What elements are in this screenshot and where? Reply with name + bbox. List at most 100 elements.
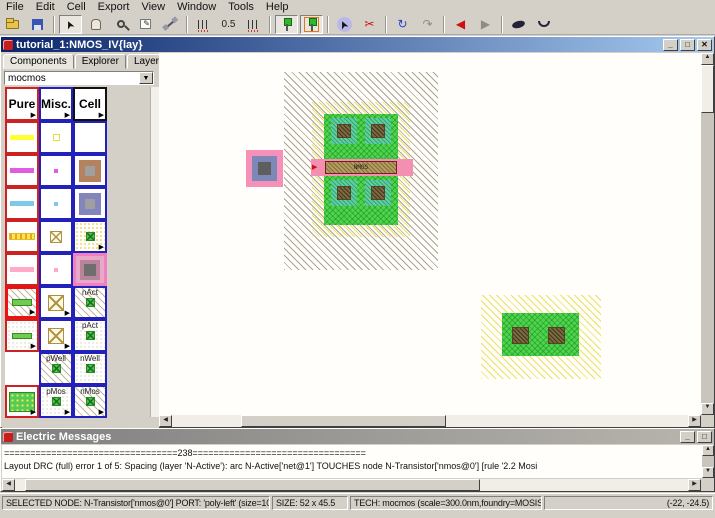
palette-header-misc[interactable]: Misc.▶ xyxy=(39,87,73,121)
grid-alignment-button[interactable] xyxy=(242,15,265,34)
grid-spacing-label: 0.5 xyxy=(222,19,236,30)
canvas-hscroll-thumb[interactable] xyxy=(241,415,446,427)
menu-view[interactable]: View xyxy=(135,0,171,14)
menu-tools[interactable]: Tools xyxy=(222,0,260,14)
save-floppy-icon xyxy=(32,19,43,30)
palette-cell[interactable] xyxy=(73,187,107,220)
messages-minimize-button[interactable]: _ xyxy=(680,431,695,443)
palette-cell[interactable]: ▶ xyxy=(5,385,39,418)
close-button[interactable]: ✕ xyxy=(697,39,712,51)
palette-cell[interactable] xyxy=(5,352,39,385)
palette-cell-pwell[interactable]: pWell xyxy=(39,352,73,385)
minimize-button[interactable]: _ xyxy=(663,39,678,51)
outline-tool-button[interactable]: ✎ xyxy=(134,15,157,34)
zoom-tool-button[interactable] xyxy=(109,15,132,34)
rotate-button[interactable]: ↻ xyxy=(391,15,414,34)
palette-cell[interactable] xyxy=(5,154,39,187)
palette-cell-nact[interactable]: nAct xyxy=(73,286,107,319)
redo-button[interactable]: ▶ xyxy=(474,15,497,34)
contact-cut[interactable] xyxy=(337,124,351,138)
palette-cell-selected-nactive-arc[interactable]: ▶ xyxy=(5,286,39,319)
palette-cell-nmos[interactable]: nMos▶ xyxy=(73,385,107,418)
tab-explorer[interactable]: Explorer xyxy=(75,54,126,69)
messages-scroll-down-button[interactable]: ▼ xyxy=(702,467,714,478)
palette-header-pure[interactable]: Pure▶ xyxy=(5,87,39,121)
palette-cell[interactable] xyxy=(5,187,39,220)
palette-header-cell[interactable]: Cell▶ xyxy=(73,87,107,121)
palette-cell[interactable]: ▶ xyxy=(39,286,73,319)
maximize-button[interactable]: □ xyxy=(680,39,695,51)
messages-window: Electric Messages _ □ ==================… xyxy=(0,428,715,492)
contact-cut[interactable] xyxy=(371,124,385,138)
open-button[interactable] xyxy=(1,15,24,34)
panel-tabs: Components Explorer Layers xyxy=(3,54,172,69)
palette-cell[interactable] xyxy=(39,121,73,154)
canvas-scroll-left-button[interactable]: ◀ xyxy=(159,415,172,427)
palette-cell[interactable] xyxy=(73,154,107,187)
palette-cell[interactable] xyxy=(39,154,73,187)
chevron-down-icon[interactable]: ▼ xyxy=(139,72,153,84)
messages-scroll-right-button[interactable]: ▶ xyxy=(688,479,701,491)
erase-button[interactable]: ✂ xyxy=(358,15,381,34)
palette-cell-pact[interactable]: pAct xyxy=(73,319,107,352)
menu-edit[interactable]: Edit xyxy=(30,0,61,14)
messages-hscroll-thumb[interactable] xyxy=(25,479,480,491)
select-special-button[interactable]: ➤ xyxy=(333,15,356,34)
wiring-tool-button[interactable] xyxy=(159,15,182,34)
menu-export[interactable]: Export xyxy=(92,0,136,14)
nmos-transistor-gate[interactable]: NMOS xyxy=(325,161,397,174)
undo-button[interactable]: ◀ xyxy=(449,15,472,34)
messages-titlebar[interactable]: Electric Messages _ □ xyxy=(1,429,714,444)
mirror-button[interactable]: ↷ xyxy=(416,15,439,34)
palette-scrollbar[interactable] xyxy=(150,87,159,417)
layout-canvas[interactable]: ▶ NMOS xyxy=(159,53,701,415)
grid-spacing-button[interactable]: 0.5 xyxy=(217,15,240,34)
component-palette: Pure▶ Misc.▶ Cell▶ ▶ xyxy=(5,87,107,418)
messages-scroll-up-button[interactable]: ▲ xyxy=(702,445,714,456)
palette-cell-nwell[interactable]: nWell xyxy=(73,352,107,385)
palette-cell[interactable] xyxy=(39,253,73,286)
pointer-tool-button[interactable]: ➤ xyxy=(59,15,82,34)
messages-text-area[interactable]: =================================238====… xyxy=(2,445,702,478)
show-ports-toggle[interactable] xyxy=(275,15,298,34)
palette-cell[interactable] xyxy=(39,220,73,253)
expand-cells-button[interactable] xyxy=(507,15,530,34)
canvas-scroll-down-button[interactable]: ▼ xyxy=(701,403,714,415)
palette-cell[interactable] xyxy=(73,121,107,154)
collapse-icon xyxy=(538,21,550,27)
canvas-scroll-up-button[interactable]: ▲ xyxy=(701,53,714,65)
palette-cell[interactable]: ▶ xyxy=(5,319,39,352)
canvas-scroll-right-button[interactable]: ▶ xyxy=(688,415,701,427)
tab-components[interactable]: Components xyxy=(3,54,74,69)
palette-cell[interactable]: ▶ xyxy=(39,319,73,352)
palette-cell[interactable]: ▶ xyxy=(73,220,107,253)
contact-cut[interactable] xyxy=(337,186,351,200)
show-exports-toggle[interactable] xyxy=(300,15,323,34)
palette-cell-pmos[interactable]: pMos▶ xyxy=(39,385,73,418)
palette-cell[interactable] xyxy=(5,121,39,154)
collapse-cells-button[interactable] xyxy=(532,15,555,34)
pin-node-selected[interactable] xyxy=(246,150,283,187)
palette-cell[interactable] xyxy=(5,253,39,286)
palette-cell[interactable] xyxy=(5,220,39,253)
canvas-vscroll-thumb[interactable] xyxy=(701,65,714,113)
menu-help[interactable]: Help xyxy=(260,0,295,14)
menu-cell[interactable]: Cell xyxy=(61,0,92,14)
pan-tool-button[interactable] xyxy=(84,15,107,34)
contact-cut[interactable] xyxy=(512,327,529,344)
menu-file[interactable]: File xyxy=(0,0,30,14)
grid-toggle-button[interactable] xyxy=(192,15,215,34)
contact-cut[interactable] xyxy=(548,327,565,344)
poly-left-port-icon[interactable]: ▶ xyxy=(312,164,317,171)
status-bar: SELECTED NODE: N-Transistor['nmos@0'] PO… xyxy=(0,493,715,518)
messages-scroll-left-button[interactable]: ◀ xyxy=(2,479,15,491)
toolbar-separator xyxy=(385,16,387,33)
menu-window[interactable]: Window xyxy=(171,0,222,14)
edit-window-titlebar[interactable]: tutorial_1:NMOS_IV{lay} _ □ ✕ xyxy=(1,37,714,52)
palette-cell[interactable] xyxy=(39,187,73,220)
messages-maximize-button[interactable]: □ xyxy=(697,431,712,443)
save-button[interactable] xyxy=(26,15,49,34)
technology-dropdown[interactable]: mocmos ▼ xyxy=(4,71,154,85)
palette-cell-selected-contact[interactable] xyxy=(73,253,107,286)
contact-cut[interactable] xyxy=(371,186,385,200)
